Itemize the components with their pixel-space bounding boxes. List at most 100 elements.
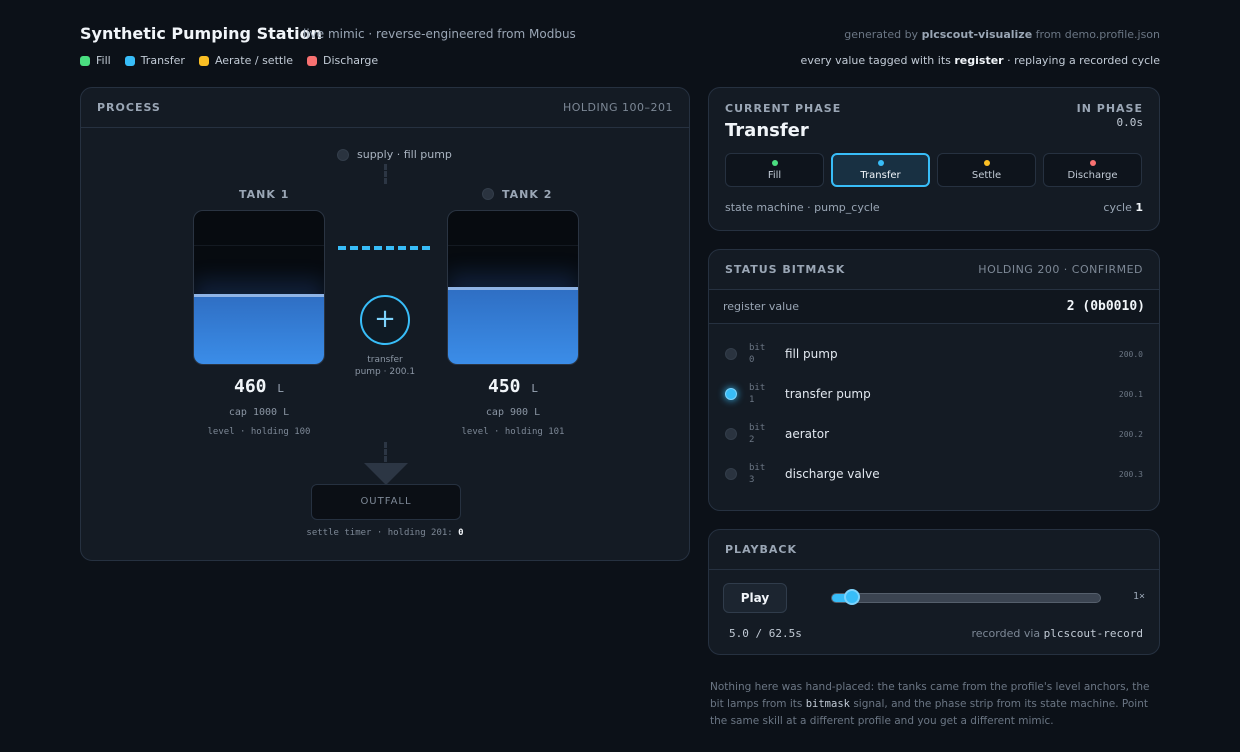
register-value: 2 (0b0010) [1066,299,1145,314]
play-button[interactable]: Play [723,583,787,613]
phase-dot [877,159,884,166]
current-phase-name: Transfer [725,120,809,141]
tank-1-level [194,294,324,364]
footnote-code: bitmask [805,698,850,710]
recorded-tool: plcscout-record [1043,627,1143,640]
tank-1 [193,210,325,365]
bit-index: bit 1 [749,382,785,406]
bit-register: 200.1 [1118,389,1143,399]
phase-step-label: Settle [971,169,1002,181]
tank-1-value: 460 L [193,376,325,397]
slider-handle[interactable] [844,589,860,605]
discharge-valve-icon [364,463,408,485]
phase-dot [771,159,778,166]
bit-number: 2 [749,435,755,445]
bit-row: bit 0 fill pump 200.0 [709,334,1159,374]
legend-swatch [80,55,90,66]
in-phase-time: 0.0s [1116,116,1144,129]
in-phase-label: IN PHASE [1076,102,1143,115]
fill-pump-lamp [337,148,349,161]
legend-label: Fill [96,54,111,67]
legend-label: Discharge [323,54,379,67]
bit-lamp [725,348,737,360]
playback-panel: PLAYBACK Play 1× 5.0 / 62.5s recorded vi… [708,529,1160,655]
bit-lamp [725,388,737,400]
bit-number: 0 [749,355,755,365]
generated-by: generated by plcscout-visualize from dem… [844,28,1160,41]
phase-step-transfer[interactable]: Transfer [831,153,930,187]
settle-label: settle timer · holding 201: [306,528,453,538]
recorded-prefix: recorded via [971,627,1041,640]
legend-swatch [307,55,318,66]
cycle-value: 1 [1135,201,1143,214]
phase-strip: Fill Transfer Settle Discharge [725,153,1142,187]
tank-2-number: 450 [488,376,521,397]
note-strong: register [954,54,1004,67]
phase-step-fill[interactable]: Fill [725,153,824,187]
register-value-label: register value [723,300,799,313]
page-title: Synthetic Pumping Station [80,24,323,43]
tank-gridline [194,245,324,246]
phase-step-settle[interactable]: Settle [937,153,1036,187]
playback-header: PLAYBACK [709,530,1159,570]
playback-speed[interactable]: 1× [1133,591,1145,602]
legend-swatch [198,55,209,66]
footnote: Nothing here was hand-placed: the tanks … [710,679,1160,730]
phase-step-label: Fill [767,169,782,181]
bit-row: bit 3 discharge valve 200.3 [709,454,1159,494]
bit-lamp [725,468,737,480]
cycle-counter: cycle 1 [1103,201,1143,214]
tank-1-register: level · holding 100 [207,427,311,437]
bit-name: aerator [785,427,830,441]
tank-gridline [448,245,578,246]
bit-word: bit [749,423,766,433]
process-header: PROCESS HOLDING 100–201 [81,88,689,128]
settle-value: 0 [458,528,464,538]
tank-1-capacity: cap 1000 L [228,407,290,418]
tank-2-level [448,287,578,364]
transfer-pump-icon: + [360,295,410,345]
tank-1-number: 460 [234,376,267,397]
tank-1-label: TANK 1 [239,188,290,201]
discharge-pipe [384,442,387,462]
bit-index: bit 3 [749,462,785,486]
bit-list: bit 0 fill pump 200.0 bit 1 transfer pump … [709,324,1159,494]
outfall: OUTFALL [311,484,461,520]
bit-index: bit 0 [749,342,785,366]
legend-item-transfer: Transfer [124,54,185,67]
note-prefix: every value tagged with its [800,54,951,67]
tank-1-unit: L [277,382,284,395]
cycle-label: cycle [1103,201,1132,214]
bit-number: 3 [749,475,755,485]
pump-label-line-2: pump · 200.1 [354,367,416,377]
playback-slider[interactable] [831,593,1101,603]
bit-name: transfer pump [785,387,871,401]
status-header: STATUS BITMASK HOLDING 200 · CONFIRMED [709,250,1159,290]
supply-label: supply · fill pump [357,148,452,161]
status-title: STATUS BITMASK [725,263,846,276]
bit-index: bit 2 [749,422,785,446]
aerator-lamp [482,188,494,200]
settle-timer: settle timer · holding 201: 0 [81,528,689,538]
header-note: every value tagged with its register · r… [801,54,1160,67]
bit-register: 200.0 [1118,349,1143,359]
recorded-via: recorded via plcscout-record [971,627,1143,640]
phase-step-discharge[interactable]: Discharge [1043,153,1142,187]
legend-item-fill: Fill [80,54,111,67]
phase-step-label: Transfer [860,169,901,181]
generated-tool: plcscout-visualize [921,28,1033,41]
status-register: HOLDING 200 · CONFIRMED [978,263,1143,276]
current-phase-label: CURRENT PHASE [725,102,842,115]
pump-label-line-1: transfer [367,355,403,365]
process-panel: PROCESS HOLDING 100–201 supply · fill pu… [80,87,690,561]
tank-2-register: level · holding 101 [461,427,565,437]
legend-item-aerate: Aerate / settle [198,54,293,67]
process-title: PROCESS [97,101,161,114]
supply-indicator: supply · fill pump [337,148,452,161]
playback-title: PLAYBACK [725,543,797,556]
legend-swatch [124,55,135,66]
supply-pipe [384,164,387,184]
bit-number: 1 [749,395,755,405]
playback-time: 5.0 / 62.5s [729,627,802,640]
tank-2-value: 450 L [447,376,579,397]
